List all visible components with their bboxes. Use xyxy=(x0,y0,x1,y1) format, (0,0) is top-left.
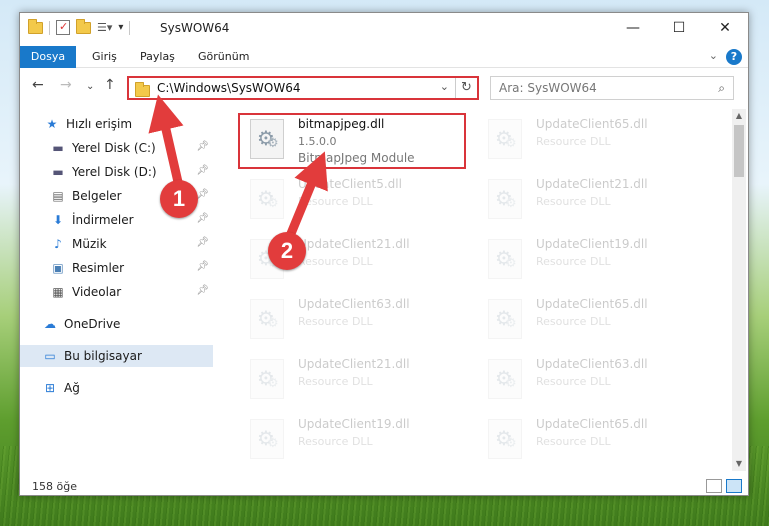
callout-step-2: 2 xyxy=(268,232,306,270)
annotation-arrows xyxy=(148,94,328,241)
arrow-to-address-bar xyxy=(148,94,184,187)
callout-step-1: 1 xyxy=(160,180,198,218)
arrow-to-file xyxy=(285,151,328,241)
